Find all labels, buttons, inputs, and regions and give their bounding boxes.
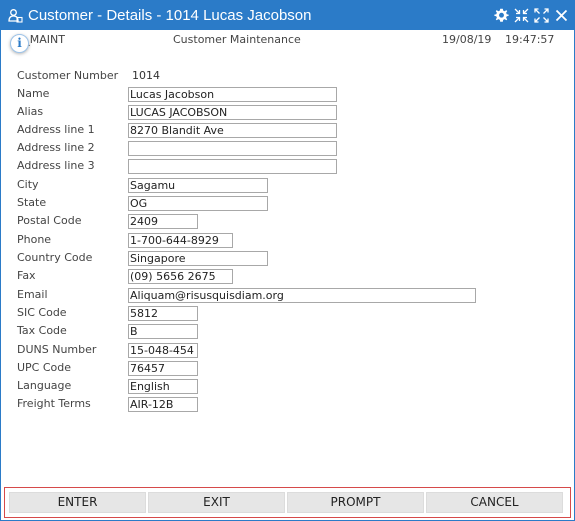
fax-field[interactable]: [128, 269, 233, 284]
duns-number-label: DUNS Number: [17, 343, 97, 356]
shrink-icon[interactable]: [514, 8, 529, 23]
language-label: Language: [17, 379, 72, 392]
state-label: State: [17, 196, 47, 209]
window-title: Customer - Details - 1014 Lucas Jacobson: [28, 7, 312, 24]
alias-field[interactable]: [128, 105, 337, 120]
function-button-bar: ENTER EXIT PROMPT CANCEL: [4, 487, 571, 518]
gear-icon[interactable]: [494, 8, 509, 23]
customer-number-value: 1014: [132, 69, 160, 82]
email-field[interactable]: [128, 288, 476, 303]
postal-code-label: Postal Code: [17, 214, 82, 227]
email-label: Email: [17, 288, 48, 301]
postal-code-field[interactable]: [128, 214, 198, 229]
fax-label: Fax: [17, 269, 36, 282]
sic-code-field[interactable]: [128, 306, 198, 321]
phone-label: Phone: [17, 233, 52, 246]
address-line-1-field[interactable]: [128, 123, 337, 138]
header-date: 19/08/19: [442, 33, 492, 46]
tax-code-label: Tax Code: [17, 324, 67, 337]
tax-code-field[interactable]: [128, 324, 198, 339]
sic-code-label: SIC Code: [17, 306, 67, 319]
freight-terms-field[interactable]: [128, 397, 198, 412]
address-line-3-field[interactable]: [128, 159, 337, 174]
user-icon: [8, 8, 23, 23]
customer-details-window: Customer - Details - 1014 Lucas Jacobson: [0, 0, 575, 521]
address-line-3-label: Address line 3: [17, 159, 95, 172]
state-field[interactable]: [128, 196, 268, 211]
title-bar: Customer - Details - 1014 Lucas Jacobson: [1, 1, 574, 30]
customer-number-label: Customer Number: [17, 69, 119, 82]
exit-button[interactable]: EXIT: [148, 492, 285, 513]
info-icon[interactable]: i: [10, 34, 29, 53]
alias-label: Alias: [17, 105, 44, 118]
header-time: 19:47:57: [505, 33, 555, 46]
prompt-button[interactable]: PROMPT: [287, 492, 424, 513]
cancel-button[interactable]: CANCEL: [426, 492, 563, 513]
name-label: Name: [17, 87, 50, 100]
name-field[interactable]: [128, 87, 337, 102]
city-label: City: [17, 178, 39, 191]
language-field[interactable]: [128, 379, 198, 394]
upc-code-label: UPC Code: [17, 361, 72, 374]
address-line-2-label: Address line 2: [17, 141, 95, 154]
address-line-1-label: Address line 1: [17, 123, 95, 136]
country-code-field[interactable]: [128, 251, 268, 266]
close-icon[interactable]: [554, 8, 569, 23]
freight-terms-label: Freight Terms: [17, 397, 91, 410]
phone-field[interactable]: [128, 233, 233, 248]
city-field[interactable]: [128, 178, 268, 193]
screen-title: Customer Maintenance: [173, 33, 301, 46]
upc-code-field[interactable]: [128, 361, 198, 376]
country-code-label: Country Code: [17, 251, 93, 264]
address-line-2-field[interactable]: [128, 141, 337, 156]
enter-button[interactable]: ENTER: [9, 492, 146, 513]
expand-icon[interactable]: [534, 8, 549, 23]
duns-number-field[interactable]: [128, 343, 198, 358]
